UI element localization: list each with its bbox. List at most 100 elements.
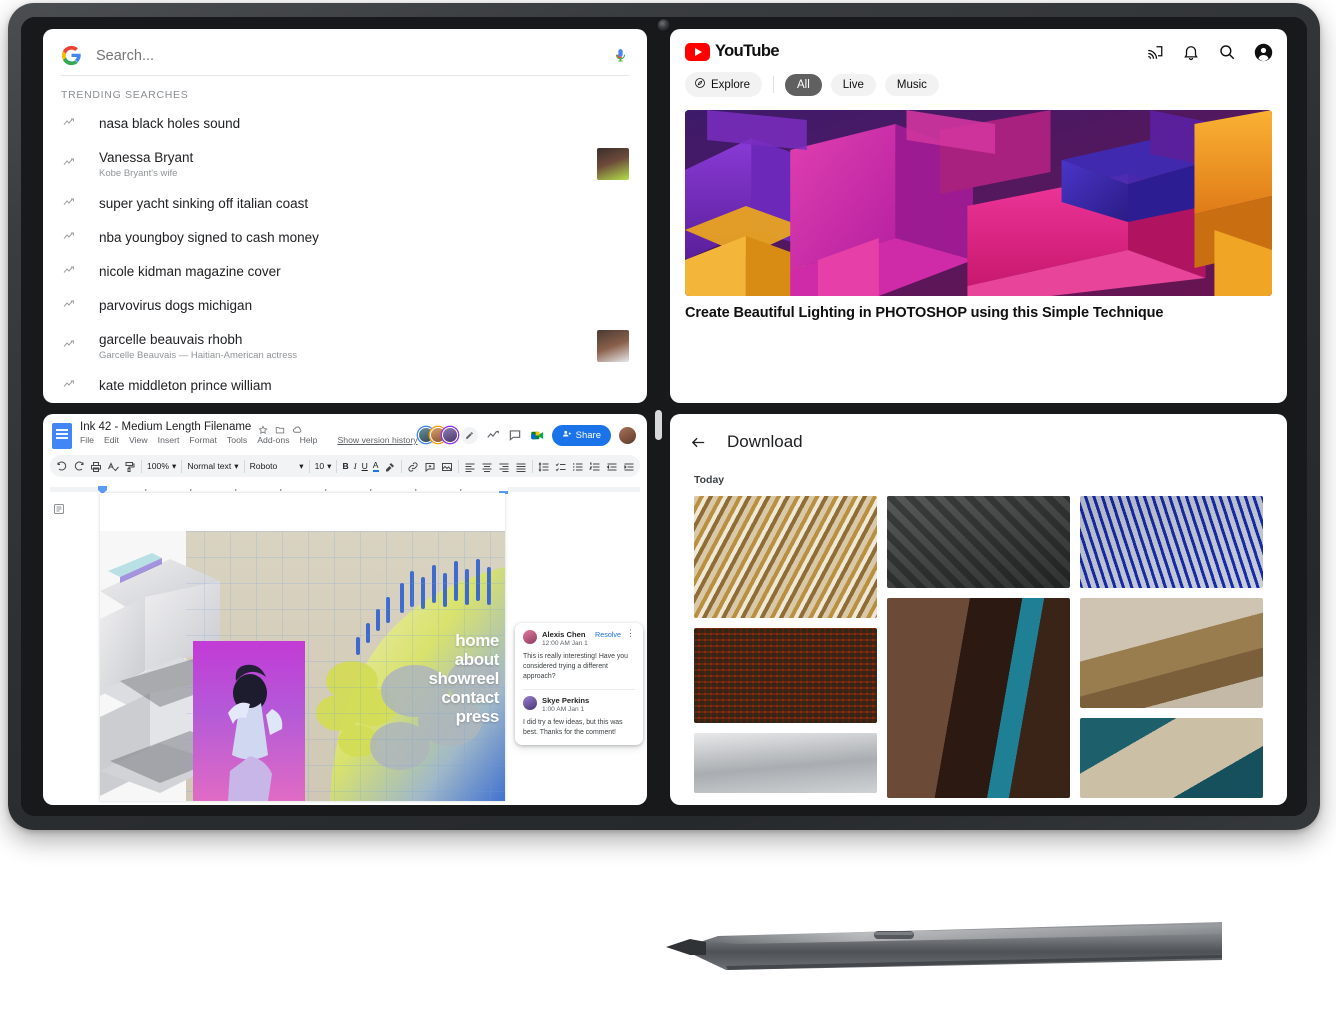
paint-format-icon[interactable]: [124, 460, 136, 472]
trending-search-item[interactable]: garcelle beauvais rhobh Garcelle Beauvais…: [43, 323, 647, 369]
share-button[interactable]: Share: [551, 424, 611, 446]
italic-icon[interactable]: I: [354, 461, 357, 471]
video-thumbnail[interactable]: [685, 110, 1272, 296]
comments-panel[interactable]: Alexis Chen 12:00 AM Jan 1 Resolve ⋮ Thi…: [515, 623, 643, 745]
print-icon[interactable]: [90, 460, 102, 472]
move-to-folder-icon[interactable]: [275, 422, 285, 434]
gallery-image[interactable]: [1080, 598, 1263, 708]
google-search-bar[interactable]: [43, 29, 647, 66]
activity-icon[interactable]: [486, 428, 500, 442]
youtube-filter-chips[interactable]: Explore All Live Music: [670, 61, 1287, 97]
trending-search-item[interactable]: kate middleton prince william: [43, 369, 647, 403]
show-version-history-link[interactable]: Show version history: [337, 435, 417, 445]
google-docs-pane[interactable]: Ink 42 - Medium Length Filename File Edi…: [43, 414, 647, 805]
font-size-control[interactable]: 10 ▾: [315, 461, 332, 472]
google-search-pane[interactable]: TRENDING SEARCHES nasa black holes sound…: [43, 29, 647, 403]
gallery-image[interactable]: [887, 496, 1070, 588]
profile-avatar[interactable]: [619, 426, 636, 444]
bulleted-list-icon[interactable]: [572, 460, 584, 472]
docs-ruler[interactable]: [50, 481, 640, 494]
back-arrow-icon[interactable]: [690, 434, 707, 451]
line-spacing-icon[interactable]: [538, 460, 550, 472]
pen-mode-icon[interactable]: [460, 426, 478, 444]
zoom-control[interactable]: 100% ▾: [147, 461, 176, 472]
comment-icon[interactable]: [508, 428, 522, 442]
image-icon[interactable]: [441, 460, 453, 472]
paragraph-style-control[interactable]: Normal text ▾: [187, 461, 238, 472]
document-outline-icon[interactable]: [53, 502, 65, 514]
resolve-button[interactable]: Resolve: [595, 630, 621, 639]
trending-item-texts: kate middleton prince william: [99, 377, 629, 395]
comment-text: This is really interesting! Have you con…: [523, 652, 628, 680]
indent-decrease-icon[interactable]: [606, 460, 618, 472]
youtube-logo[interactable]: YouTube: [685, 42, 780, 61]
gallery-image[interactable]: [1080, 496, 1263, 588]
gallery-image[interactable]: [694, 733, 877, 793]
redo-icon[interactable]: [73, 460, 85, 472]
menu-tools[interactable]: Tools: [227, 435, 247, 445]
chip-live[interactable]: Live: [830, 73, 876, 96]
numbered-list-icon[interactable]: [588, 460, 601, 472]
document-title[interactable]: Ink 42 - Medium Length Filename: [80, 421, 251, 433]
comment-add-icon[interactable]: [424, 460, 436, 473]
trending-searches-list[interactable]: nasa black holes sound Vanessa Bryant Kobe…: [43, 107, 647, 403]
youtube-pane[interactable]: YouTube Explore All Live Music Create Be…: [670, 29, 1287, 403]
menu-edit[interactable]: Edit: [104, 435, 119, 445]
menu-insert[interactable]: Insert: [158, 435, 180, 445]
align-right-icon[interactable]: [498, 460, 510, 472]
menu-add-ons[interactable]: Add-ons: [257, 435, 289, 445]
chip-music[interactable]: Music: [884, 73, 939, 96]
trending-search-item[interactable]: Vanessa Bryant Kobe Bryant's wife: [43, 141, 647, 187]
docs-menubar[interactable]: File Edit View Insert Format Tools Add-o…: [80, 435, 418, 445]
pane-drag-handle[interactable]: [655, 410, 662, 440]
underline-icon[interactable]: U: [362, 461, 368, 471]
undo-icon[interactable]: [56, 460, 68, 472]
explore-chip[interactable]: Explore: [685, 72, 762, 97]
docs-toolbar[interactable]: 100% ▾ Normal text ▾ Roboto ▾ 10 ▾ B I U…: [50, 455, 640, 477]
collaborator-avatar[interactable]: [441, 427, 458, 443]
font-control[interactable]: Roboto ▾: [250, 461, 304, 472]
indent-increase-icon[interactable]: [623, 460, 635, 472]
trending-search-item[interactable]: nicole kidman magazine cover: [43, 255, 647, 289]
chip-all[interactable]: All: [785, 73, 822, 96]
youtube-header-actions[interactable]: [1146, 43, 1273, 61]
download-gallery[interactable]: [670, 486, 1287, 798]
microphone-icon[interactable]: [612, 45, 629, 66]
gallery-image[interactable]: [1080, 718, 1263, 798]
gallery-image[interactable]: [694, 628, 877, 723]
align-center-icon[interactable]: [481, 460, 493, 472]
menu-file[interactable]: File: [80, 435, 94, 445]
docs-header-actions[interactable]: Share: [417, 421, 638, 449]
bold-icon[interactable]: B: [342, 461, 348, 471]
text-color-icon[interactable]: A: [372, 460, 379, 472]
bell-icon[interactable]: [1182, 43, 1200, 61]
document-page[interactable]: home about showreel contact press: [100, 493, 505, 801]
google-meet-icon[interactable]: [530, 428, 544, 442]
menu-help[interactable]: Help: [300, 435, 318, 445]
menu-view[interactable]: View: [129, 435, 148, 445]
search-icon[interactable]: [1218, 43, 1236, 61]
star-icon[interactable]: [258, 422, 268, 435]
spelling-icon[interactable]: [107, 460, 119, 472]
docs-body[interactable]: home about showreel contact press Alexis…: [43, 493, 647, 801]
checklist-icon[interactable]: [555, 460, 567, 472]
highlight-icon[interactable]: [384, 460, 396, 472]
menu-format[interactable]: Format: [189, 435, 217, 445]
trending-search-item[interactable]: nba youngboy signed to cash money: [43, 221, 647, 255]
explore-chip-label: Explore: [711, 78, 750, 91]
link-icon[interactable]: [407, 460, 419, 472]
align-left-icon[interactable]: [464, 460, 476, 472]
trending-search-item[interactable]: super yacht sinking off italian coast: [43, 187, 647, 221]
more-options-icon[interactable]: ⋮: [626, 628, 635, 637]
collaborator-avatars[interactable]: [417, 426, 478, 444]
search-input[interactable]: [96, 47, 598, 64]
video-title[interactable]: Create Beautiful Lighting in PHOTOSHOP u…: [670, 296, 1287, 322]
cast-icon[interactable]: [1146, 43, 1164, 61]
trending-search-item[interactable]: parvovirus dogs michigan: [43, 289, 647, 323]
gallery-image[interactable]: [694, 496, 877, 618]
trending-search-item[interactable]: nasa black holes sound: [43, 107, 647, 141]
align-justify-icon[interactable]: [515, 460, 527, 472]
download-pane[interactable]: Download Today: [670, 414, 1287, 805]
gallery-image[interactable]: [887, 598, 1070, 798]
account-icon[interactable]: [1254, 43, 1273, 61]
